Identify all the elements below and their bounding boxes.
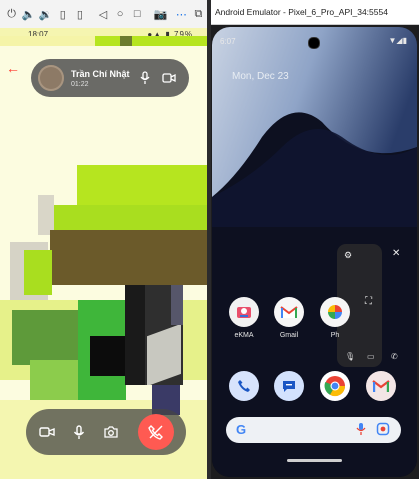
chrome-app-icon[interactable] [320, 371, 350, 401]
back-nav-icon[interactable]: ◁ [94, 5, 111, 23]
video-block [30, 360, 78, 405]
video-block [50, 230, 207, 285]
rotate-left-icon[interactable]: ▯ [54, 5, 71, 23]
power-icon[interactable]: ⏻ [3, 5, 20, 23]
photos-app-icon[interactable] [320, 297, 350, 327]
video-camera-icon[interactable] [161, 70, 177, 86]
video-block [120, 36, 132, 46]
ekma-app-label: eKMA [234, 332, 254, 339]
emulator-screen: 6:07 ▼◢▮ Mon, Dec 23 ⚙ ✕ ⛶ 🎙 ▭ ✆ eKMA Gm… [212, 27, 417, 477]
video-block [95, 36, 207, 46]
switch-camera-button[interactable] [103, 424, 119, 440]
mute-button[interactable] [71, 424, 87, 440]
photos-app-label: Ph [330, 332, 340, 339]
emulator-window-title: Android Emulator - Pixel_6_Pro_API_34:55… [211, 0, 419, 25]
video-block [77, 165, 207, 209]
phone-app-icon[interactable] [229, 371, 259, 401]
emulator-status-icons: ▼◢▮ [388, 36, 407, 45]
microphone-icon[interactable] [137, 70, 153, 86]
google-logo-icon: G [236, 422, 247, 437]
more-icon[interactable]: ⋯ [173, 5, 190, 23]
messages-app-icon[interactable] [274, 371, 304, 401]
pip-mic-icon[interactable]: 🎙 [345, 352, 355, 361]
volume-down-icon[interactable]: 🔈 [20, 5, 37, 23]
rotate-right-icon[interactable]: ▯ [71, 5, 88, 23]
lens-icon[interactable] [376, 422, 390, 441]
video-block [0, 36, 95, 46]
window-divider [207, 0, 211, 479]
self-view-preview[interactable] [125, 285, 183, 385]
pip-hangup-icon[interactable]: ✆ [391, 352, 398, 361]
video-toggle-button[interactable] [39, 424, 55, 440]
gmail-app-icon[interactable] [274, 297, 304, 327]
gesture-nav-pill[interactable] [287, 459, 342, 462]
avatar [38, 65, 64, 91]
settings-icon[interactable]: ⚙ [344, 250, 352, 261]
fullscreen-icon[interactable]: ⛶ [365, 296, 372, 307]
ekma-app-icon[interactable] [229, 297, 259, 327]
left-phone-mirror: ⏻ 🔈 🔉 ▯ ▯ ◁ ○ □ 📷 ⋯ ⧉ 18:07 ●▲ ▮ 79% ← T… [0, 0, 207, 479]
gmail-dock-icon[interactable] [366, 371, 396, 401]
extended-controls-icon[interactable]: ⧉ [190, 5, 207, 23]
voice-search-icon[interactable] [356, 422, 366, 441]
volume-up-icon[interactable]: 🔉 [37, 5, 54, 23]
emulator-status-time: 6:07 [220, 37, 236, 46]
camera-icon[interactable]: 📷 [152, 5, 169, 23]
back-arrow-icon[interactable]: ← [6, 60, 20, 76]
video-block [12, 310, 80, 365]
recents-nav-icon[interactable]: □ [129, 5, 146, 23]
end-call-button[interactable] [138, 414, 174, 450]
lockscreen-date: Mon, Dec 23 [232, 71, 289, 82]
video-block [38, 195, 54, 235]
call-info-bar: Trần Chí Nhật 01:22 [31, 59, 189, 97]
mirror-toolbar: ⏻ 🔈 🔉 ▯ ▯ ◁ ○ □ 📷 ⋯ ⧉ [0, 0, 207, 29]
video-block [50, 205, 207, 230]
pip-camera-icon[interactable]: ▭ [367, 352, 375, 361]
call-duration: 01:22 [71, 80, 89, 88]
close-icon[interactable]: ✕ [392, 248, 400, 259]
gmail-app-label: Gmail [279, 332, 299, 339]
video-block [90, 336, 125, 376]
caller-name: Trần Chí Nhật [71, 68, 130, 79]
call-controls-bar [26, 409, 186, 455]
home-nav-icon[interactable]: ○ [112, 5, 129, 23]
front-camera-cutout [308, 37, 320, 49]
wallpaper [212, 27, 417, 477]
video-block [24, 250, 52, 295]
google-search-bar[interactable]: G [226, 417, 401, 443]
